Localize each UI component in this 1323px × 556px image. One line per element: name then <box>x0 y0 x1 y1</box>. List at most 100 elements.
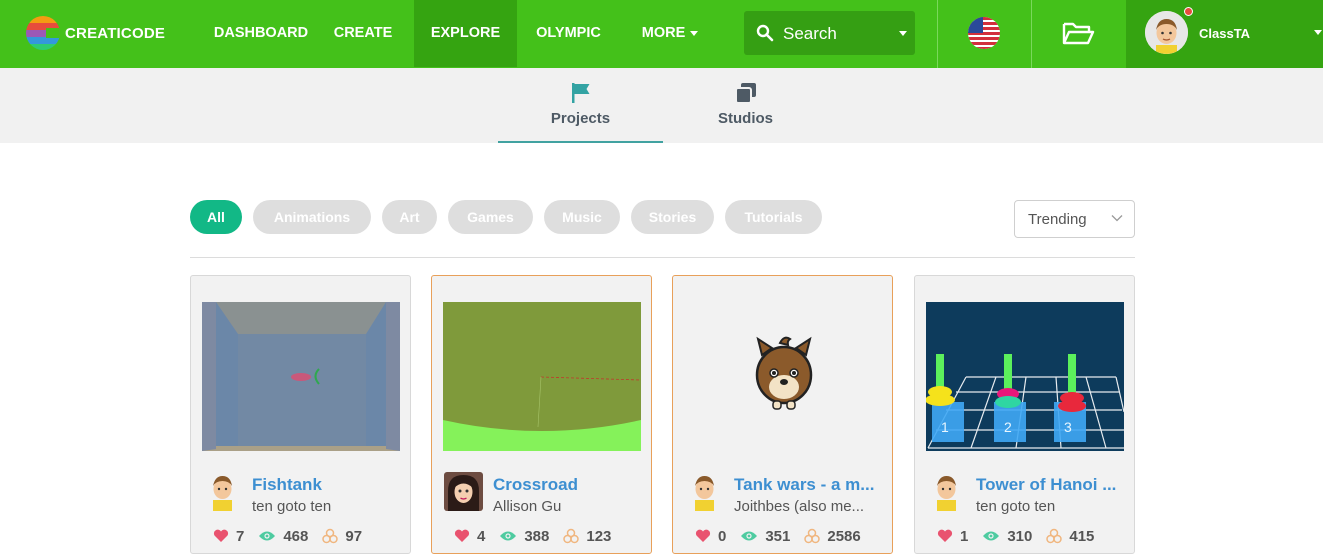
notification-dot <box>1184 7 1193 16</box>
search-dropdown-icon[interactable] <box>899 31 907 36</box>
project-title[interactable]: Fishtank <box>252 475 402 495</box>
author-avatar[interactable] <box>927 472 966 511</box>
project-thumbnail[interactable] <box>202 302 400 451</box>
views-count: 310 <box>1007 527 1033 545</box>
brand-name: CREATICODE <box>65 24 166 42</box>
project-thumbnail[interactable] <box>684 302 882 451</box>
views-count: 468 <box>283 527 309 545</box>
user-menu[interactable]: ClassTA <box>1126 0 1323 68</box>
creaticode-logo-icon <box>26 16 60 50</box>
filter-art[interactable]: Art <box>382 200 437 234</box>
project-stats: 7 468 97 <box>213 527 376 545</box>
filter-animations[interactable]: Animations <box>253 200 371 234</box>
project-card[interactable]: 1 2 3 Tower of Hanoi ... ten goto ten 1 <box>914 275 1135 554</box>
nav-more[interactable]: MORE <box>625 0 715 67</box>
us-flag-icon[interactable] <box>968 17 1000 49</box>
remixes-stat: 2586 <box>804 527 861 545</box>
nav-explore[interactable]: EXPLORE <box>414 0 517 67</box>
tab-studios[interactable]: Studios <box>663 68 828 143</box>
project-author[interactable]: ten goto ten <box>252 498 402 515</box>
remixes-count: 97 <box>345 527 363 545</box>
nav-more-label: MORE <box>641 25 686 41</box>
svg-text:1: 1 <box>941 419 949 435</box>
folder-open-icon[interactable] <box>1061 20 1095 46</box>
divider <box>190 257 1135 258</box>
search-icon <box>756 24 774 42</box>
likes-stat: 0 <box>695 528 726 545</box>
project-thumbnail[interactable] <box>443 302 641 451</box>
views-stat: 310 <box>982 528 1032 545</box>
project-title[interactable]: Crossroad <box>493 475 643 495</box>
explore-subnav: Projects Studios <box>0 68 1323 143</box>
views-stat: 388 <box>499 528 549 545</box>
nav-dashboard[interactable]: DASHBOARD <box>201 0 321 67</box>
likes-stat: 1 <box>937 528 968 545</box>
views-stat: 468 <box>258 528 308 545</box>
remix-icon <box>1046 528 1063 544</box>
heart-icon <box>937 529 953 542</box>
views-stat: 351 <box>740 528 790 545</box>
tab-studios-label: Studios <box>718 110 773 127</box>
svg-text:3: 3 <box>1064 419 1072 435</box>
remixes-stat: 123 <box>563 528 611 545</box>
eye-icon <box>500 531 517 541</box>
remix-icon <box>563 528 580 544</box>
logo[interactable]: CREATICODE <box>26 16 165 50</box>
nav-create[interactable]: CREATE <box>321 0 405 67</box>
remix-icon <box>322 528 339 544</box>
eye-icon <box>741 531 758 541</box>
remixes-count: 123 <box>586 527 612 545</box>
top-navbar: CREATICODE DASHBOARD CREATE EXPLORE OLYM… <box>0 0 1323 68</box>
project-thumbnail[interactable]: 1 2 3 <box>926 302 1124 451</box>
filter-stories[interactable]: Stories <box>631 200 714 234</box>
divider <box>1031 0 1032 68</box>
search-box[interactable]: Search <box>744 11 915 55</box>
remixes-count: 2586 <box>827 527 861 545</box>
likes-count: 1 <box>960 527 969 545</box>
heart-icon <box>454 529 470 542</box>
filter-music[interactable]: Music <box>544 200 620 234</box>
divider <box>937 0 938 68</box>
author-avatar[interactable] <box>203 472 242 511</box>
heart-icon <box>213 529 229 542</box>
chevron-down-icon <box>690 30 699 36</box>
project-author[interactable]: Allison Gu <box>493 498 643 515</box>
layers-icon <box>734 83 756 104</box>
tab-projects-label: Projects <box>550 110 611 127</box>
author-avatar[interactable] <box>685 472 724 511</box>
sort-select[interactable]: Trending <box>1014 200 1135 238</box>
views-count: 388 <box>524 527 550 545</box>
views-count: 351 <box>765 527 791 545</box>
nav-olympic[interactable]: OLYMPIC <box>517 0 620 67</box>
project-card[interactable]: Crossroad Allison Gu 4 388 123 <box>431 275 652 554</box>
filter-all[interactable]: All <box>190 200 242 234</box>
remix-icon <box>804 528 821 544</box>
heart-icon <box>695 529 711 542</box>
project-stats: 4 388 123 <box>454 527 625 545</box>
project-author[interactable]: ten goto ten <box>976 498 1126 515</box>
likes-stat: 4 <box>454 528 485 545</box>
eye-icon <box>983 531 1000 541</box>
project-author[interactable]: Joithbes (also me... <box>734 498 884 515</box>
remixes-stat: 97 <box>322 528 362 545</box>
project-title[interactable]: Tank wars - a m... <box>734 475 884 495</box>
search-input[interactable]: Search <box>783 24 837 44</box>
eye-icon <box>259 531 276 541</box>
filter-tutorials[interactable]: Tutorials <box>725 200 822 234</box>
likes-count: 0 <box>718 527 727 545</box>
tab-projects[interactable]: Projects <box>498 68 663 143</box>
avatar <box>1145 11 1188 54</box>
project-card[interactable]: Fishtank ten goto ten 7 468 97 <box>190 275 411 554</box>
chevron-down-icon <box>1314 30 1322 35</box>
chevron-down-icon <box>1111 215 1123 222</box>
remixes-count: 415 <box>1069 527 1095 545</box>
filter-games[interactable]: Games <box>448 200 533 234</box>
project-title[interactable]: Tower of Hanoi ... <box>976 475 1126 495</box>
project-card[interactable]: Tank wars - a m... Joithbes (also me... … <box>672 275 893 554</box>
author-avatar[interactable] <box>444 472 483 511</box>
remixes-stat: 415 <box>1046 528 1094 545</box>
likes-count: 4 <box>477 527 486 545</box>
flag-icon <box>571 83 589 103</box>
username: ClassTA <box>1199 26 1251 41</box>
svg-text:2: 2 <box>1004 419 1012 435</box>
